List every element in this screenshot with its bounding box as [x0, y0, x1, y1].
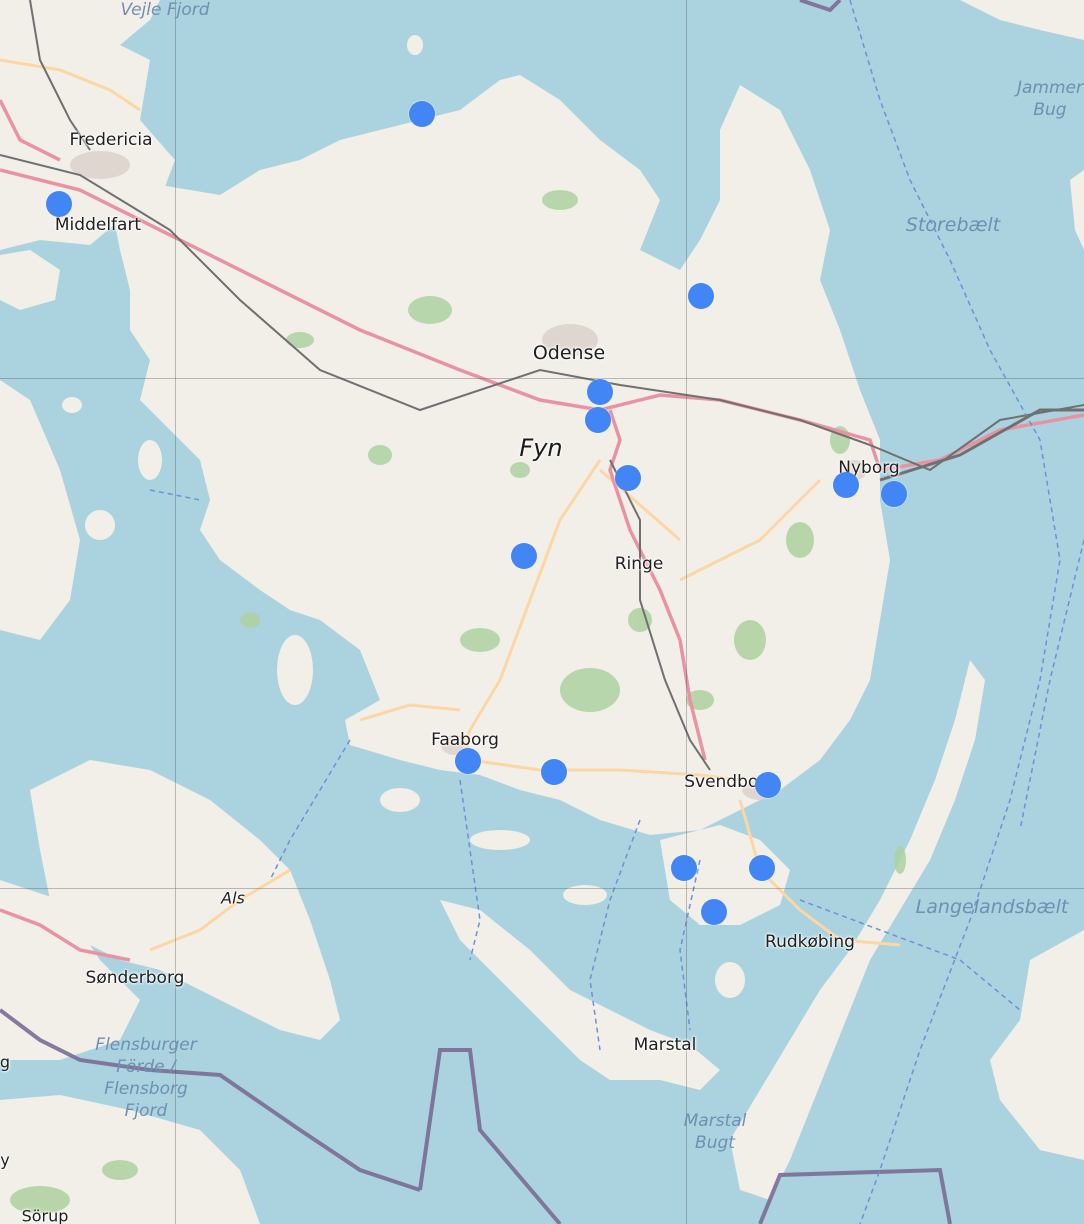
marker-10[interactable]: [455, 748, 481, 774]
marker-15[interactable]: [701, 899, 727, 925]
marker-5[interactable]: [585, 407, 611, 433]
map-canvas[interactable]: Vejle Fjord Fredericia Middelfart Odense…: [0, 0, 1084, 1224]
marker-8[interactable]: [881, 481, 907, 507]
marker-14[interactable]: [749, 855, 775, 881]
map-base: [0, 0, 1084, 1224]
grid-line-vertical-1: [175, 0, 176, 1224]
marker-2[interactable]: [46, 191, 72, 217]
marker-3[interactable]: [688, 283, 714, 309]
grid-line-horizontal-2: [0, 888, 1084, 889]
grid-line-horizontal-1: [0, 378, 1084, 379]
marker-9[interactable]: [511, 543, 537, 569]
marker-12[interactable]: [755, 772, 781, 798]
marker-11[interactable]: [541, 759, 567, 785]
grid-line-vertical-2: [686, 0, 687, 1224]
marker-1[interactable]: [409, 101, 435, 127]
marker-6[interactable]: [615, 465, 641, 491]
marker-4[interactable]: [587, 379, 613, 405]
marker-7[interactable]: [833, 472, 859, 498]
marker-13[interactable]: [671, 855, 697, 881]
